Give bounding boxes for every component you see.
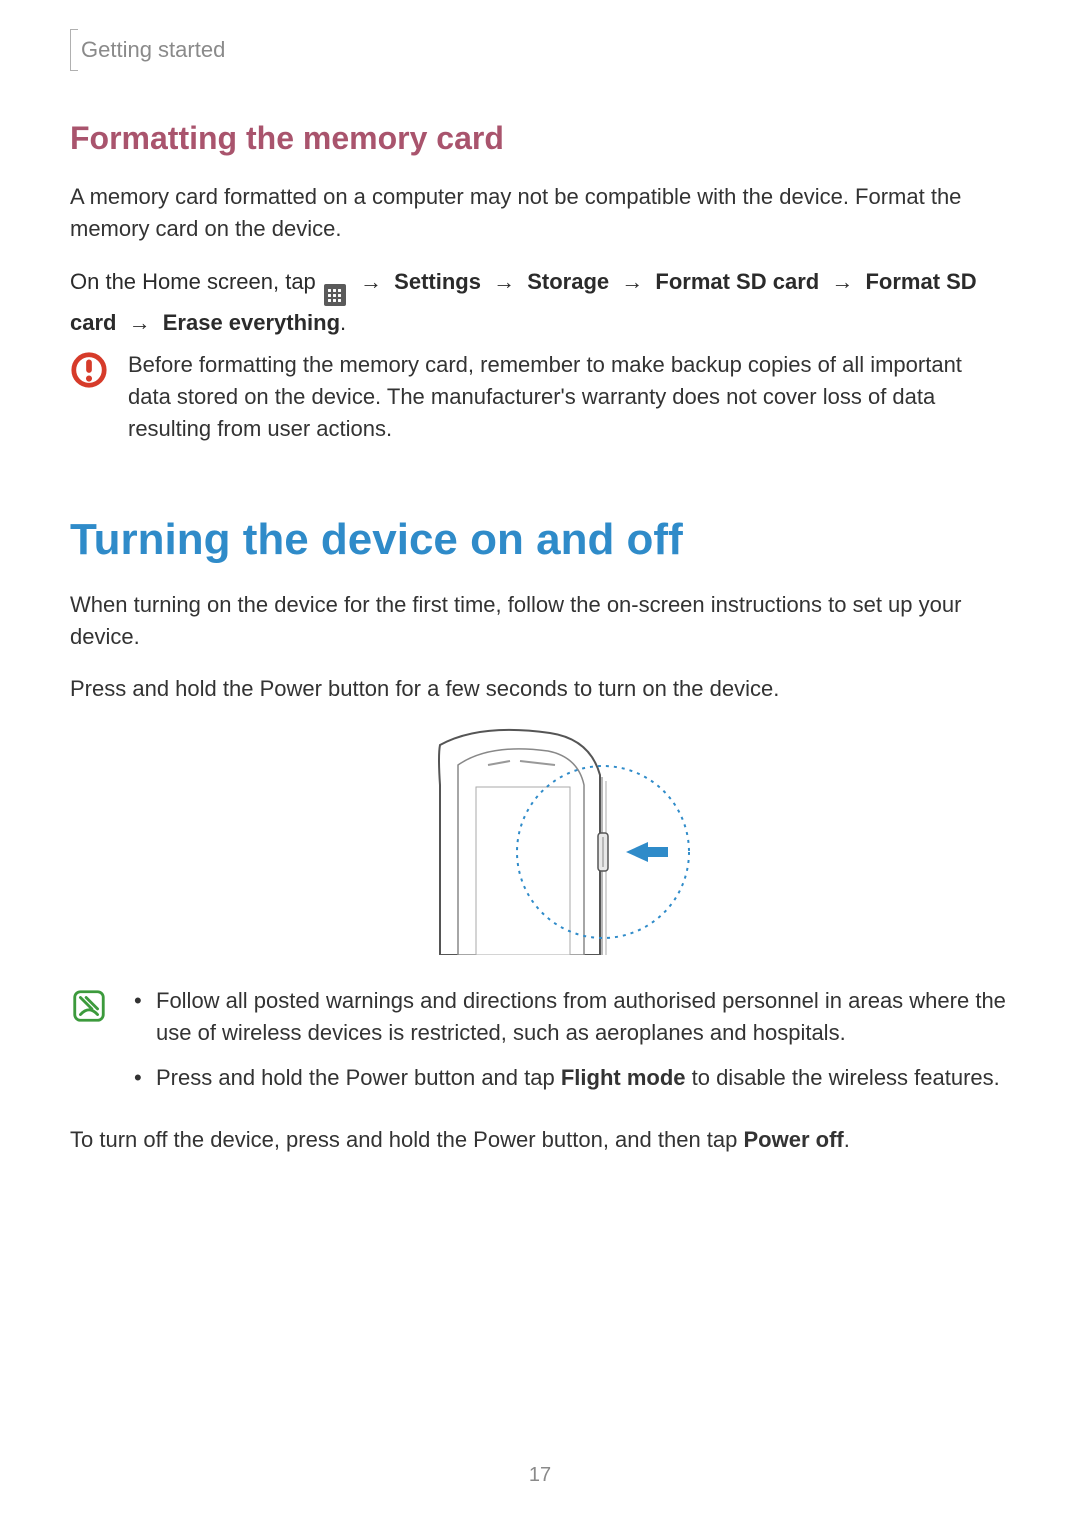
apps-icon xyxy=(324,284,346,306)
tip-bullet-1: Follow all posted warnings and direction… xyxy=(128,985,1010,1049)
caution-icon xyxy=(70,351,108,389)
turnoff-b: . xyxy=(844,1127,850,1152)
tip2-a: Press and hold the Power button and tap xyxy=(156,1065,561,1090)
arrow-icon: → xyxy=(621,269,643,294)
nav-path-prefix: On the Home screen, tap xyxy=(70,269,322,294)
caution-text: Before formatting the memory card, remem… xyxy=(128,349,1010,445)
turnoff-a: To turn off the device, press and hold t… xyxy=(70,1127,744,1152)
tip2-bold: Flight mode xyxy=(561,1065,686,1090)
tip-bullet-2: Press and hold the Power button and tap … xyxy=(128,1062,1010,1094)
arrow-icon: → xyxy=(360,269,382,294)
nav-path: On the Home screen, tap → Settings → Sto… xyxy=(70,265,1010,340)
tip-icon xyxy=(70,987,108,1025)
heading-turning-on-off: Turning the device on and off xyxy=(70,515,1010,565)
nav-settings: Settings xyxy=(394,269,481,294)
arrow-icon: → xyxy=(493,269,515,294)
page-header: Getting started xyxy=(70,30,1010,70)
nav-period: . xyxy=(340,310,346,335)
nav-storage: Storage xyxy=(527,269,609,294)
tip-block: Follow all posted warnings and direction… xyxy=(70,985,1010,1109)
tip-text: Follow all posted warnings and direction… xyxy=(128,985,1010,1109)
para-turn-off: To turn off the device, press and hold t… xyxy=(70,1124,1010,1156)
tip2-b: to disable the wireless features. xyxy=(686,1065,1000,1090)
para-press-hold: Press and hold the Power button for a fe… xyxy=(70,673,1010,705)
header-tick-mark xyxy=(70,30,71,70)
page-number: 17 xyxy=(0,1464,1080,1487)
turnoff-bold: Power off xyxy=(744,1127,844,1152)
caution-block: Before formatting the memory card, remem… xyxy=(70,349,1010,445)
para-format-intro: A memory card formatted on a computer ma… xyxy=(70,181,1010,245)
section-label: Getting started xyxy=(81,37,225,63)
para-first-time: When turning on the device for the first… xyxy=(70,589,1010,653)
subheading-formatting: Formatting the memory card xyxy=(70,120,1010,157)
arrow-icon: → xyxy=(129,310,151,335)
arrow-icon: → xyxy=(831,269,853,294)
nav-erase: Erase everything xyxy=(163,310,340,335)
nav-format-sd-1: Format SD card xyxy=(655,269,819,294)
device-power-illustration xyxy=(380,725,700,955)
